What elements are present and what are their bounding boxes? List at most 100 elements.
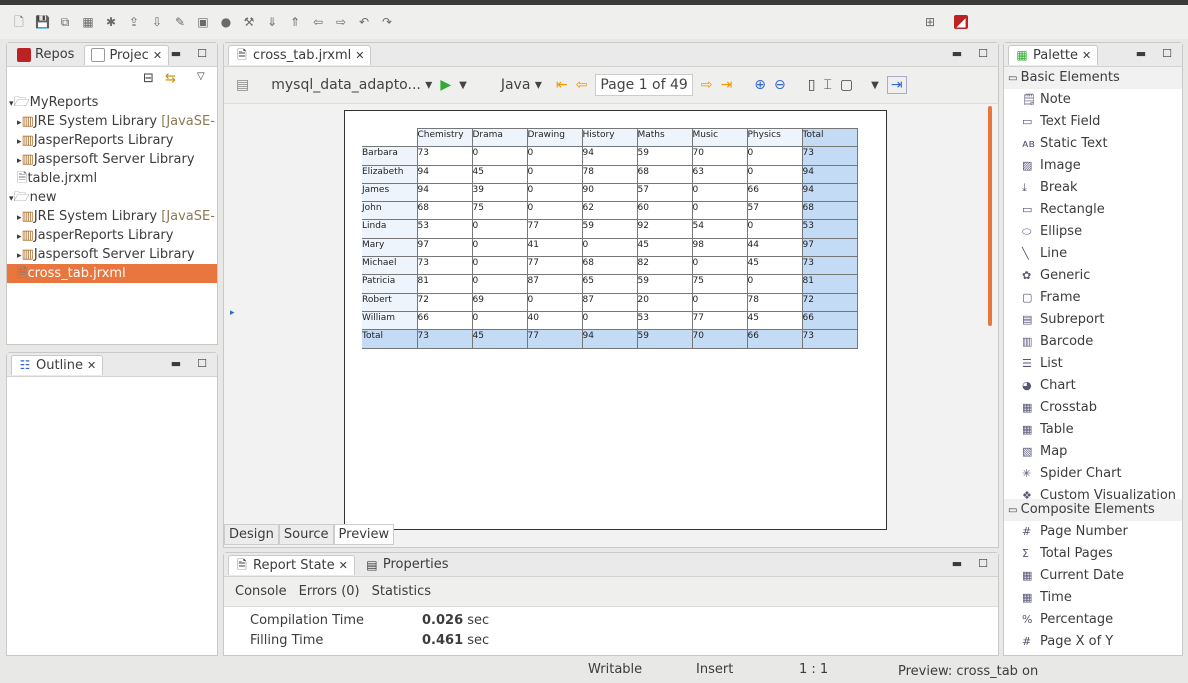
palette-item[interactable]: ▢ Frame [1004, 287, 1182, 309]
export-dropdown[interactable]: ▼ [871, 80, 879, 91]
debug-icon[interactable]: ✱ [104, 15, 118, 29]
next-annotation-icon[interactable]: ⇓ [265, 15, 279, 29]
palette-item[interactable]: Σ Total Pages [1004, 543, 1182, 565]
run-icon[interactable]: ● [219, 15, 233, 29]
tab-project[interactable]: Projec ✕ [84, 44, 170, 65]
perspective-icon[interactable]: ⊞ [923, 15, 937, 29]
zoom-in-button[interactable]: ⊕ [754, 77, 766, 93]
subtab-errors[interactable]: Errors (0) [299, 584, 360, 599]
palette-item[interactable]: ᴀʙ Static Text [1004, 133, 1182, 155]
minimize-icon[interactable]: ▬ [171, 357, 181, 370]
tree-item[interactable]: ▸▥Jaspersoft Server Library [7, 150, 217, 169]
tab-properties[interactable]: ▤ Properties [359, 555, 455, 574]
maximize-icon[interactable]: ☐ [1162, 47, 1172, 60]
deploy-icon[interactable]: ▣ [196, 15, 210, 29]
maximize-icon[interactable]: ☐ [197, 357, 207, 370]
tree-item[interactable]: ▸▥JasperReports Library [7, 131, 217, 150]
back-icon[interactable]: ⇦ [311, 15, 325, 29]
palette-section-header[interactable]: ▭ Basic Elements [1004, 67, 1182, 89]
binary-icon[interactable]: ▦ [81, 15, 95, 29]
palette-item[interactable]: ▧ Map [1004, 441, 1182, 463]
undo-icon[interactable]: ↶ [357, 15, 371, 29]
fit-page-button[interactable]: ▯ [808, 77, 816, 93]
zoom-out-button[interactable]: ⊖ [774, 77, 786, 93]
first-page-button[interactable]: ⇤ [556, 77, 568, 93]
expand-arrow-icon[interactable]: ▸ [230, 308, 235, 318]
minimize-icon[interactable]: ▬ [1136, 47, 1146, 60]
palette-item[interactable]: ▦ Crosstab [1004, 397, 1182, 419]
palette-section-header[interactable]: ▭ Composite Elements [1004, 499, 1182, 521]
tab-outline[interactable]: ☷ Outline ✕ [11, 354, 104, 375]
actual-size-button[interactable]: ▢ [840, 77, 853, 93]
palette-item[interactable]: ▦ Current Date [1004, 565, 1182, 587]
vertical-scrollbar[interactable] [988, 106, 992, 326]
palette-item[interactable]: ✿ Generic [1004, 265, 1182, 287]
palette-item[interactable]: ✳ Spider Chart [1004, 463, 1182, 485]
jaspersoft-icon[interactable]: ◢ [954, 15, 968, 29]
tab-repos[interactable]: Repos [11, 45, 80, 64]
palette-item[interactable]: ▭ Rectangle [1004, 199, 1182, 221]
palette-item[interactable]: ❖ Custom Visualization [1004, 485, 1182, 499]
palette-item[interactable]: ⤓ Break [1004, 177, 1182, 199]
save-all-icon[interactable]: ⧉ [58, 15, 72, 29]
wand-icon[interactable]: ⚒ [242, 15, 256, 29]
collapse-all-icon[interactable]: ⊟ [143, 71, 154, 86]
palette-item[interactable]: ▥ Barcode [1004, 331, 1182, 353]
save-icon[interactable]: 💾 [35, 15, 50, 29]
close-icon[interactable]: ✕ [339, 559, 348, 572]
palette-item[interactable]: ▨ Image [1004, 155, 1182, 177]
language-select[interactable]: Java ▾ [501, 77, 542, 93]
prev-annotation-icon[interactable]: ⇑ [288, 15, 302, 29]
next-page-button[interactable]: ⇨ [701, 77, 713, 93]
fit-width-button[interactable]: ⌶ [823, 77, 831, 93]
maximize-icon[interactable]: ☐ [197, 47, 207, 60]
subtab-console[interactable]: Console [235, 584, 287, 599]
palette-item[interactable]: ▤ Subreport [1004, 309, 1182, 331]
export-icon[interactable]: ⇩ [150, 15, 164, 29]
edit-icon[interactable]: ✎ [173, 15, 187, 29]
tree-item[interactable]: 🗎cross_tab.jrxml [7, 264, 217, 283]
close-icon[interactable]: ✕ [87, 359, 96, 372]
subtab-statistics[interactable]: Statistics [372, 584, 431, 599]
palette-item[interactable]: ▭ Text Field [1004, 111, 1182, 133]
tree-item[interactable]: ▸▥JRE System Library [JavaSE- [7, 112, 217, 131]
palette-item[interactable]: # Page Number [1004, 521, 1182, 543]
page-indicator[interactable]: Page 1 of 49 [595, 74, 693, 96]
tree-item[interactable]: ▾🗁new [7, 188, 217, 207]
palette-item[interactable]: ☰ List [1004, 353, 1182, 375]
tree-item[interactable]: ▾🗁MyReports [7, 93, 217, 112]
palette-item[interactable]: ◕ Chart [1004, 375, 1182, 397]
last-page-button[interactable]: ⇥ [721, 77, 733, 93]
redo-icon[interactable]: ↷ [380, 15, 394, 29]
tab-report-state[interactable]: 🗎 Report State ✕ [228, 554, 355, 575]
run-report-button[interactable]: ▶ [440, 77, 451, 93]
palette-item[interactable]: ⬭ Ellipse [1004, 221, 1182, 243]
run-dropdown[interactable]: ▼ [459, 80, 467, 91]
close-icon[interactable]: ✕ [1082, 49, 1091, 62]
palette-item[interactable]: % Percentage [1004, 609, 1182, 631]
tab-preview[interactable]: Preview [333, 524, 395, 545]
toggle-side-panel-button[interactable]: ⇥ [886, 76, 907, 94]
minimize-icon[interactable]: ▬ [171, 47, 181, 60]
data-adapter-select[interactable]: mysql_data_adapto... ▾ [271, 77, 432, 93]
maximize-icon[interactable]: ☐ [978, 557, 988, 570]
palette-item[interactable]: ▦ Time [1004, 587, 1182, 609]
tree-item[interactable]: 🗎table.jrxml [7, 169, 217, 188]
close-icon[interactable]: ✕ [355, 49, 364, 62]
link-editor-icon[interactable]: ⇆ [165, 71, 176, 86]
forward-icon[interactable]: ⇨ [334, 15, 348, 29]
tree-item[interactable]: ▸▥Jaspersoft Server Library [7, 245, 217, 264]
view-menu-icon[interactable]: ▽ [197, 71, 205, 82]
minimize-icon[interactable]: ▬ [952, 47, 962, 60]
maximize-icon[interactable]: ☐ [978, 47, 988, 60]
tab-palette[interactable]: ▦ Palette ✕ [1008, 44, 1099, 65]
palette-item[interactable]: 🗒 Note [1004, 89, 1182, 111]
minimize-icon[interactable]: ▬ [952, 557, 962, 570]
palette-item[interactable]: ▦ Table [1004, 419, 1182, 441]
tree-item[interactable]: ▸▥JasperReports Library [7, 226, 217, 245]
palette-item[interactable]: # Page X of Y [1004, 631, 1182, 653]
publish-icon[interactable]: ⇪ [127, 15, 141, 29]
tab-cross-tab-jrxml[interactable]: 🗎 cross_tab.jrxml ✕ [228, 44, 372, 65]
new-icon[interactable]: 🗋 [12, 15, 26, 29]
palette-item[interactable]: ╲ Line [1004, 243, 1182, 265]
